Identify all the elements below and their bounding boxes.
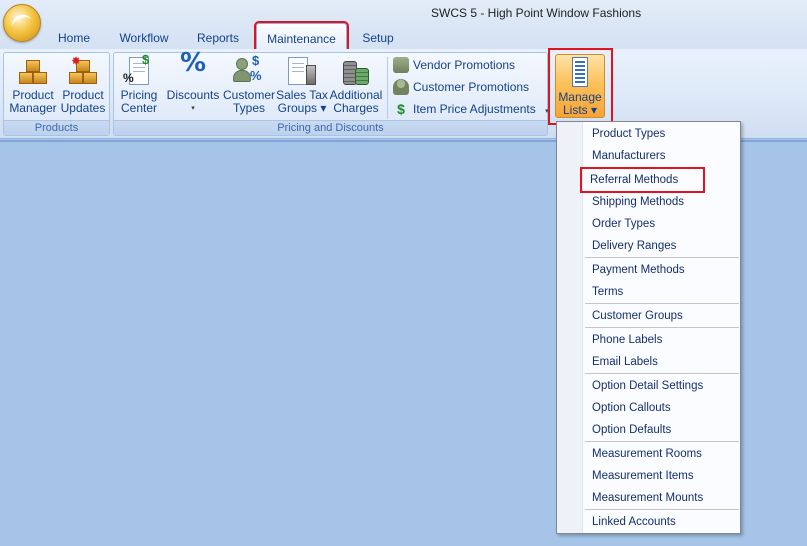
menu-item-email-labels[interactable]: Email Labels (584, 351, 739, 373)
tab-workflow[interactable]: Workflow (108, 27, 180, 49)
discounts-button[interactable]: % Discounts ▾ (165, 48, 221, 121)
customer-types-button[interactable]: $ % Customer Types (223, 54, 275, 121)
menu-item-referral-methods[interactable]: Referral Methods (580, 167, 705, 193)
menu-item-customer-groups[interactable]: Customer Groups (584, 305, 739, 327)
boxes-update-icon: ✸ (67, 55, 99, 87)
additional-charges-button[interactable]: Additional Charges (328, 55, 384, 121)
item-price-adjustments-button[interactable]: $ Item Price Adjustments ▾ (393, 99, 549, 119)
menu-item-delivery-ranges[interactable]: Delivery Ranges (584, 235, 739, 257)
sales-tax-groups-button[interactable]: Sales Tax Groups ▾ (276, 55, 328, 121)
menu-item-option-callouts[interactable]: Option Callouts (584, 397, 739, 419)
menu-item-manufacturers[interactable]: Manufacturers (584, 145, 739, 167)
title-bar: SWCS 5 - High Point Window Fashions Home… (0, 0, 807, 52)
menu-item-measurement-items[interactable]: Measurement Items (584, 465, 739, 487)
vendor-promo-icon (393, 56, 409, 73)
menu-item-measurement-rooms[interactable]: Measurement Rooms (584, 443, 739, 465)
menu-item-measurement-mounts[interactable]: Measurement Mounts (584, 487, 739, 509)
boxes-icon (17, 55, 49, 87)
app-menu-button[interactable] (3, 4, 41, 42)
percent-icon: % (180, 48, 207, 78)
menu-gutter (557, 122, 583, 533)
coin-stack-icon (340, 55, 372, 87)
pricing-group-caption: Pricing and Discounts (114, 120, 547, 135)
menu-separator (585, 303, 739, 304)
pricing-sheet-icon: $ % (123, 52, 150, 85)
menu-separator (585, 373, 739, 374)
pricing-discounts-group: $ % Pricing Center % Discounts ▾ $ % Cus… (113, 48, 549, 136)
menu-item-terms[interactable]: Terms (584, 281, 739, 303)
group-divider (387, 57, 388, 119)
item-price-dropdown-arrow: ▾ (545, 108, 549, 115)
products-group: Product Manager ✸ Product Updates Produc… (3, 52, 110, 136)
product-manager-button[interactable]: Product Manager (8, 55, 58, 121)
menu-item-shipping-methods[interactable]: Shipping Methods (584, 191, 739, 213)
dollar-icon: $ (397, 100, 405, 117)
customer-promo-icon (393, 78, 409, 95)
manage-lists-menu: Product Types Manufacturers Referral Met… (556, 121, 741, 534)
menu-item-option-defaults[interactable]: Option Defaults (584, 419, 739, 441)
menu-item-linked-accounts[interactable]: Linked Accounts (584, 511, 739, 533)
pricing-center-button[interactable]: $ % Pricing Center (117, 52, 161, 121)
tab-maintenance[interactable]: Maintenance (254, 21, 349, 52)
menu-item-product-types[interactable]: Product Types (584, 123, 739, 145)
manage-lists-button[interactable]: Manage Lists ▾ (555, 54, 605, 118)
tab-home[interactable]: Home (50, 27, 98, 49)
menu-separator (585, 509, 739, 510)
menu-item-phone-labels[interactable]: Phone Labels (584, 329, 739, 351)
customer-dollar-icon: $ % (233, 54, 265, 87)
customer-promotions-button[interactable]: Customer Promotions (393, 77, 529, 97)
tax-document-icon (286, 55, 318, 87)
tab-reports[interactable]: Reports (190, 27, 246, 49)
menu-separator (585, 441, 739, 442)
list-document-icon (564, 57, 596, 89)
product-updates-button[interactable]: ✸ Product Updates (59, 55, 107, 121)
menu-item-payment-methods[interactable]: Payment Methods (584, 259, 739, 281)
menu-item-order-types[interactable]: Order Types (584, 213, 739, 235)
products-group-caption: Products (4, 120, 109, 135)
vendor-promotions-button[interactable]: Vendor Promotions (393, 55, 515, 75)
menu-separator (585, 327, 739, 328)
tab-setup[interactable]: Setup (355, 27, 401, 49)
menu-item-option-detail-settings[interactable]: Option Detail Settings (584, 375, 739, 397)
menu-separator (585, 257, 739, 258)
